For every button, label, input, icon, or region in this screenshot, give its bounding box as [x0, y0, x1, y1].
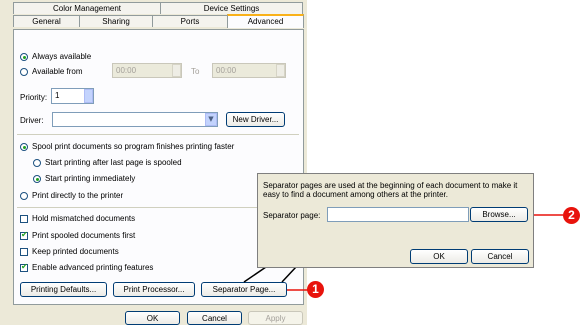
popup-leader-line-left: [243, 266, 267, 283]
browse-button[interactable]: Browse...: [470, 207, 528, 222]
callout-two-badge: 2: [563, 207, 580, 224]
callout-lines: [243, 214, 563, 291]
separator-page-dialog: Separator pages are used at the beginnin…: [257, 173, 534, 268]
popup-leader-line-right: [281, 266, 297, 283]
separator-ok-button[interactable]: OK: [410, 249, 468, 264]
separator-description: Separator pages are used at the beginnin…: [263, 181, 518, 199]
separator-page-label: Separator page:: [263, 211, 321, 220]
separator-cancel-button[interactable]: Cancel: [471, 249, 529, 264]
tab-advanced[interactable]: Advanced: [227, 14, 304, 28]
callout-one-badge: 1: [307, 281, 324, 298]
separator-page-input[interactable]: [327, 207, 469, 222]
